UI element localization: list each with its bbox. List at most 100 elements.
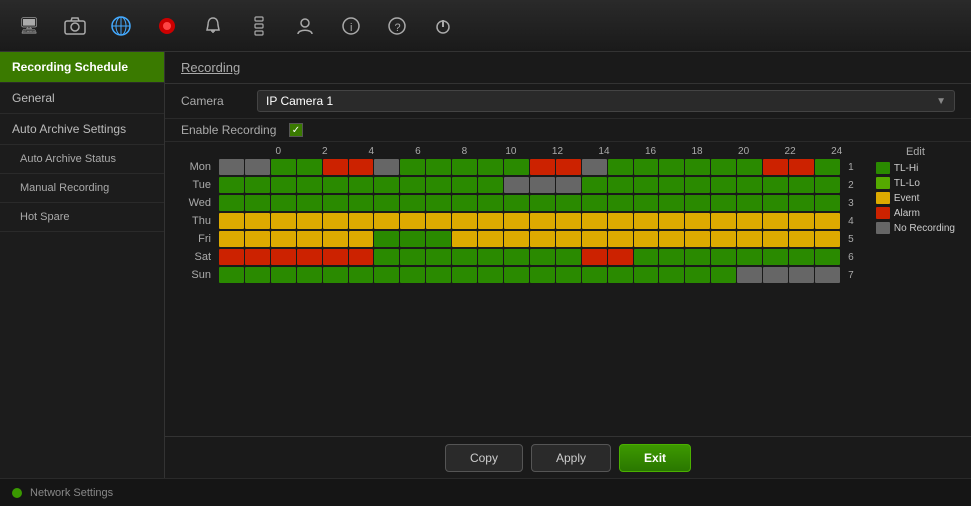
schedule-block[interactable]: [245, 231, 270, 247]
legend-item[interactable]: TL-Hi: [876, 162, 955, 174]
schedule-block[interactable]: [349, 213, 374, 229]
schedule-block[interactable]: [556, 177, 581, 193]
camera-dropdown[interactable]: IP Camera 1 ▼: [257, 90, 955, 112]
schedule-block[interactable]: [659, 231, 684, 247]
schedule-block[interactable]: [634, 177, 659, 193]
schedule-block[interactable]: [426, 177, 451, 193]
network-icon[interactable]: [102, 7, 140, 45]
schedule-block[interactable]: [556, 159, 581, 175]
sidebar-item-manual-recording[interactable]: Manual Recording: [0, 174, 164, 203]
schedule-block[interactable]: [659, 213, 684, 229]
schedule-block[interactable]: [789, 177, 814, 193]
schedule-block[interactable]: [789, 231, 814, 247]
schedule-block[interactable]: [815, 177, 840, 193]
schedule-block[interactable]: [763, 231, 788, 247]
schedule-block[interactable]: [815, 231, 840, 247]
schedule-block[interactable]: [582, 159, 607, 175]
schedule-block[interactable]: [685, 159, 710, 175]
schedule-block[interactable]: [374, 213, 399, 229]
schedule-block[interactable]: [608, 177, 633, 193]
schedule-block[interactable]: [374, 267, 399, 283]
schedule-block[interactable]: [478, 267, 503, 283]
schedule-block[interactable]: [685, 213, 710, 229]
day-blocks[interactable]: [219, 231, 840, 247]
schedule-block[interactable]: [789, 159, 814, 175]
schedule-block[interactable]: [323, 231, 348, 247]
schedule-block[interactable]: [504, 267, 529, 283]
schedule-block[interactable]: [478, 195, 503, 211]
schedule-block[interactable]: [711, 231, 736, 247]
schedule-block[interactable]: [400, 213, 425, 229]
schedule-block[interactable]: [219, 213, 244, 229]
day-blocks[interactable]: [219, 159, 840, 175]
schedule-block[interactable]: [374, 159, 399, 175]
schedule-block[interactable]: [297, 231, 322, 247]
legend-item[interactable]: TL-Lo: [876, 177, 955, 189]
schedule-block[interactable]: [478, 177, 503, 193]
schedule-block[interactable]: [426, 231, 451, 247]
schedule-block[interactable]: [608, 249, 633, 265]
schedule-block[interactable]: [634, 195, 659, 211]
schedule-block[interactable]: [323, 177, 348, 193]
schedule-block[interactable]: [634, 159, 659, 175]
schedule-block[interactable]: [349, 159, 374, 175]
day-blocks[interactable]: [219, 267, 840, 283]
schedule-block[interactable]: [452, 195, 477, 211]
schedule-block[interactable]: [323, 249, 348, 265]
schedule-block[interactable]: [271, 159, 296, 175]
schedule-block[interactable]: [789, 213, 814, 229]
schedule-block[interactable]: [737, 249, 762, 265]
schedule-block[interactable]: [530, 249, 555, 265]
schedule-block[interactable]: [374, 231, 399, 247]
schedule-block[interactable]: [711, 267, 736, 283]
schedule-block[interactable]: [556, 267, 581, 283]
schedule-block[interactable]: [815, 249, 840, 265]
schedule-block[interactable]: [400, 249, 425, 265]
schedule-block[interactable]: [556, 213, 581, 229]
schedule-block[interactable]: [452, 213, 477, 229]
schedule-block[interactable]: [323, 159, 348, 175]
schedule-block[interactable]: [452, 177, 477, 193]
schedule-block[interactable]: [737, 195, 762, 211]
schedule-block[interactable]: [504, 213, 529, 229]
legend-item[interactable]: No Recording: [876, 222, 955, 234]
schedule-block[interactable]: [659, 177, 684, 193]
schedule-block[interactable]: [349, 267, 374, 283]
schedule-block[interactable]: [504, 231, 529, 247]
schedule-block[interactable]: [608, 159, 633, 175]
schedule-block[interactable]: [400, 159, 425, 175]
schedule-block[interactable]: [297, 213, 322, 229]
schedule-block[interactable]: [608, 267, 633, 283]
schedule-block[interactable]: [426, 213, 451, 229]
schedule-block[interactable]: [219, 267, 244, 283]
schedule-block[interactable]: [815, 159, 840, 175]
sidebar-item-auto-archive-settings[interactable]: Auto Archive Settings: [0, 114, 164, 145]
schedule-block[interactable]: [634, 213, 659, 229]
record-icon[interactable]: [148, 7, 186, 45]
schedule-block[interactable]: [634, 231, 659, 247]
schedule-block[interactable]: [400, 195, 425, 211]
schedule-block[interactable]: [659, 249, 684, 265]
schedule-block[interactable]: [219, 249, 244, 265]
schedule-block[interactable]: [789, 267, 814, 283]
day-blocks[interactable]: [219, 213, 840, 229]
schedule-block[interactable]: [271, 195, 296, 211]
schedule-block[interactable]: [374, 177, 399, 193]
schedule-block[interactable]: [582, 249, 607, 265]
schedule-block[interactable]: [556, 195, 581, 211]
schedule-block[interactable]: [349, 195, 374, 211]
schedule-block[interactable]: [737, 231, 762, 247]
schedule-block[interactable]: [556, 231, 581, 247]
schedule-block[interactable]: [271, 213, 296, 229]
schedule-block[interactable]: [582, 231, 607, 247]
schedule-block[interactable]: [245, 267, 270, 283]
schedule-block[interactable]: [711, 159, 736, 175]
schedule-block[interactable]: [763, 249, 788, 265]
schedule-block[interactable]: [504, 195, 529, 211]
power-icon[interactable]: [424, 7, 462, 45]
schedule-block[interactable]: [530, 213, 555, 229]
schedule-block[interactable]: [219, 177, 244, 193]
schedule-block[interactable]: [297, 249, 322, 265]
schedule-block[interactable]: [659, 195, 684, 211]
camera-icon[interactable]: [56, 7, 94, 45]
